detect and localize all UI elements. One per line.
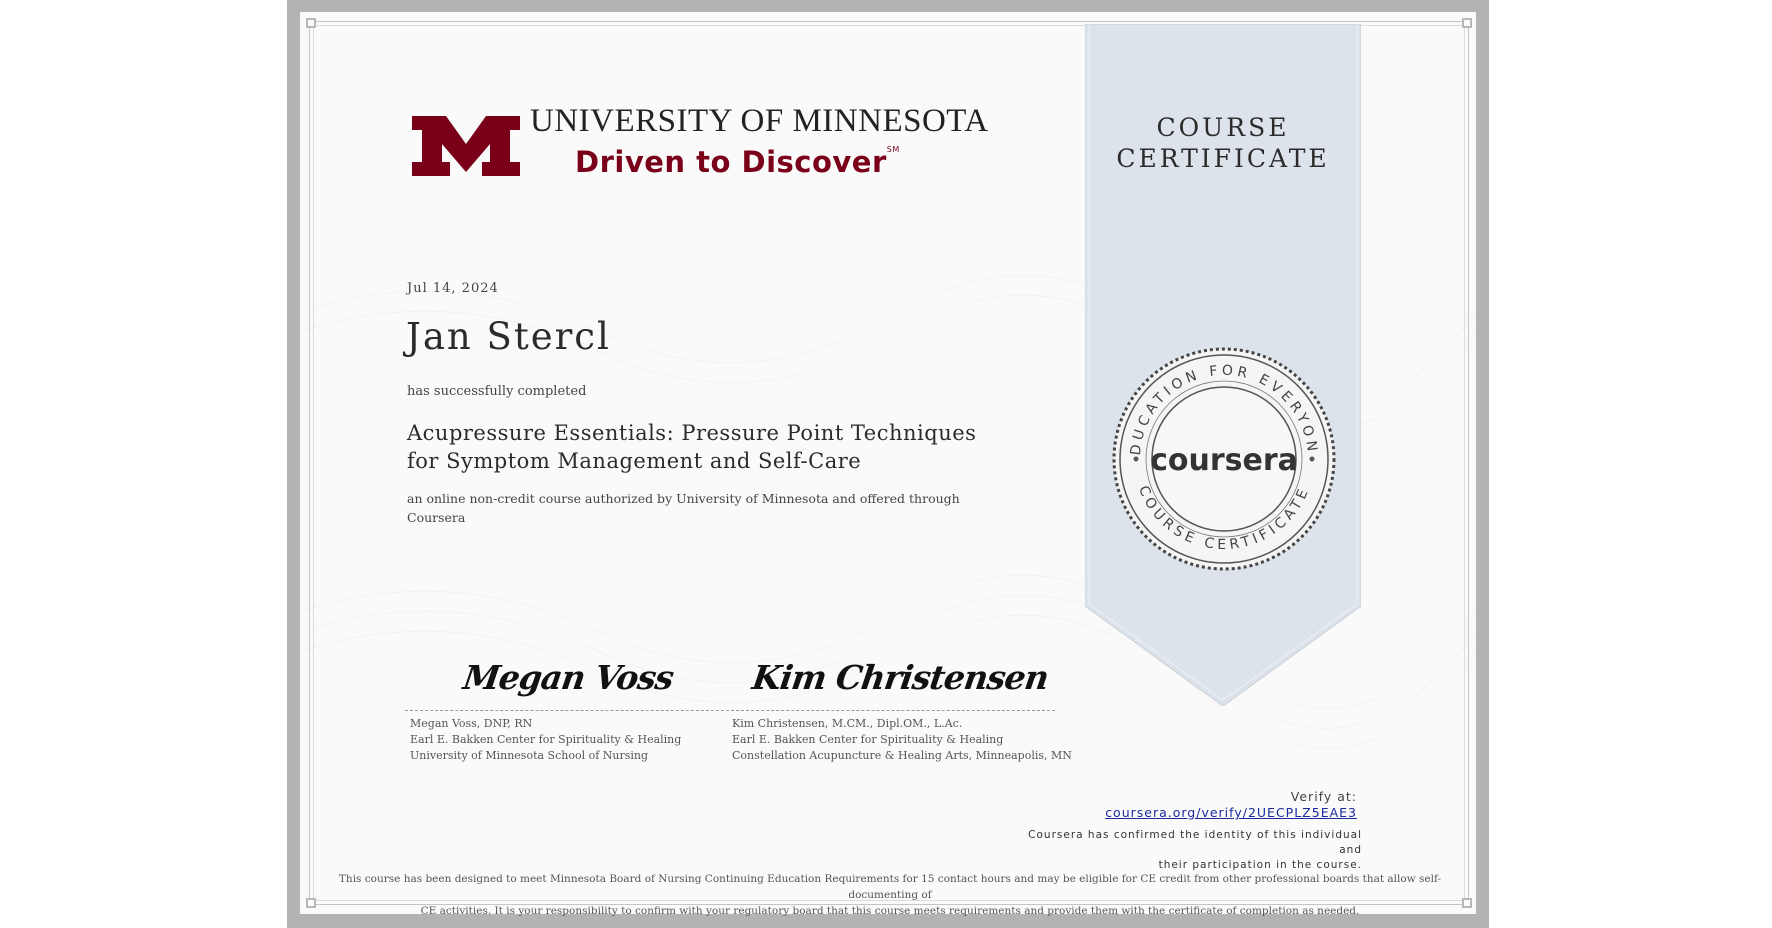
completed-text: has successfully completed	[407, 384, 587, 399]
signer-affiliation: Earl E. Bakken Center for Spirituality &…	[410, 733, 682, 746]
seal-ring-top: EDUCATION FOR EVERYONE	[1110, 345, 1316, 456]
svg-text:EDUCATION FOR EVERYONE: EDUCATION FOR EVERYONE	[1110, 345, 1320, 456]
university-tagline: Driven to DiscoverSM	[575, 145, 900, 179]
signature-megan-voss: Megan Voss	[460, 658, 676, 697]
corner-ornament	[1462, 898, 1472, 908]
signer-kim-christensen: Kim Christensen, M.CM., Dipl.OM., L.Ac. …	[732, 716, 1072, 764]
signature-divider	[405, 710, 1055, 711]
corner-ornament	[306, 898, 316, 908]
signer-name: Megan Voss, DNP, RN	[410, 717, 533, 730]
signer-megan-voss: Megan Voss, DNP, RN Earl E. Bakken Cente…	[410, 716, 681, 764]
corner-ornament	[1462, 18, 1472, 28]
corner-ornament	[306, 18, 316, 28]
tagline-text: Driven to Discover	[575, 145, 887, 179]
disclaimer-line1: This course has been designed to meet Mi…	[338, 873, 1442, 901]
seal-ring-bottom: COURSE CERTIFICATE	[1135, 483, 1309, 553]
university-name: UNIVERSITY OF MINNESOTA	[530, 103, 989, 139]
signature-kim-christensen: Kim Christensen	[749, 658, 1051, 697]
certificate-type-line2: CERTIFICATE	[1116, 144, 1330, 173]
verify-link[interactable]: coursera.org/verify/2UECPLZ5EAE3	[1105, 805, 1357, 820]
signer-affiliation: Earl E. Bakken Center for Spirituality &…	[732, 733, 1004, 746]
service-mark: SM	[886, 145, 900, 154]
signer-name: Kim Christensen, M.CM., Dipl.OM., L.Ac.	[732, 717, 963, 730]
svg-text:COURSE CERTIFICATE: COURSE CERTIFICATE	[1135, 483, 1313, 553]
university-m-logo	[412, 116, 520, 176]
confirm-line1: Coursera has confirmed the identity of t…	[1028, 829, 1362, 856]
course-title-line1: Acupressure Essentials: Pressure Point T…	[407, 421, 977, 445]
course-title-line2: for Symptom Management and Self-Care	[407, 449, 862, 473]
signer-affiliation: University of Minnesota School of Nursin…	[410, 749, 649, 762]
identity-confirmation: Coursera has confirmed the identity of t…	[1002, 828, 1362, 873]
signer-affiliation: Constellation Acupuncture & Healing Arts…	[732, 749, 1072, 762]
disclaimer-line2: CE activities. It is your responsibility…	[420, 905, 1360, 917]
course-title: Acupressure Essentials: Pressure Point T…	[407, 419, 987, 475]
issue-date: Jul 14, 2024	[407, 281, 499, 296]
recipient-name: Jan Stercl	[406, 315, 611, 358]
ce-disclaimer: This course has been designed to meet Mi…	[330, 871, 1450, 919]
authorization-text: an online non-credit course authorized b…	[407, 491, 960, 525]
verify-label: Verify at:	[1290, 789, 1357, 804]
certificate-type: COURSE CERTIFICATE	[1085, 112, 1361, 174]
verification-block: Verify at: coursera.org/verify/2UECPLZ5E…	[1105, 789, 1357, 820]
seal-ring-text: EDUCATION FOR EVERYONE COURSE CERTIFICAT…	[1110, 345, 1320, 553]
certificate-type-line1: COURSE	[1156, 113, 1290, 142]
seal-brand: coursera	[1150, 443, 1298, 478]
